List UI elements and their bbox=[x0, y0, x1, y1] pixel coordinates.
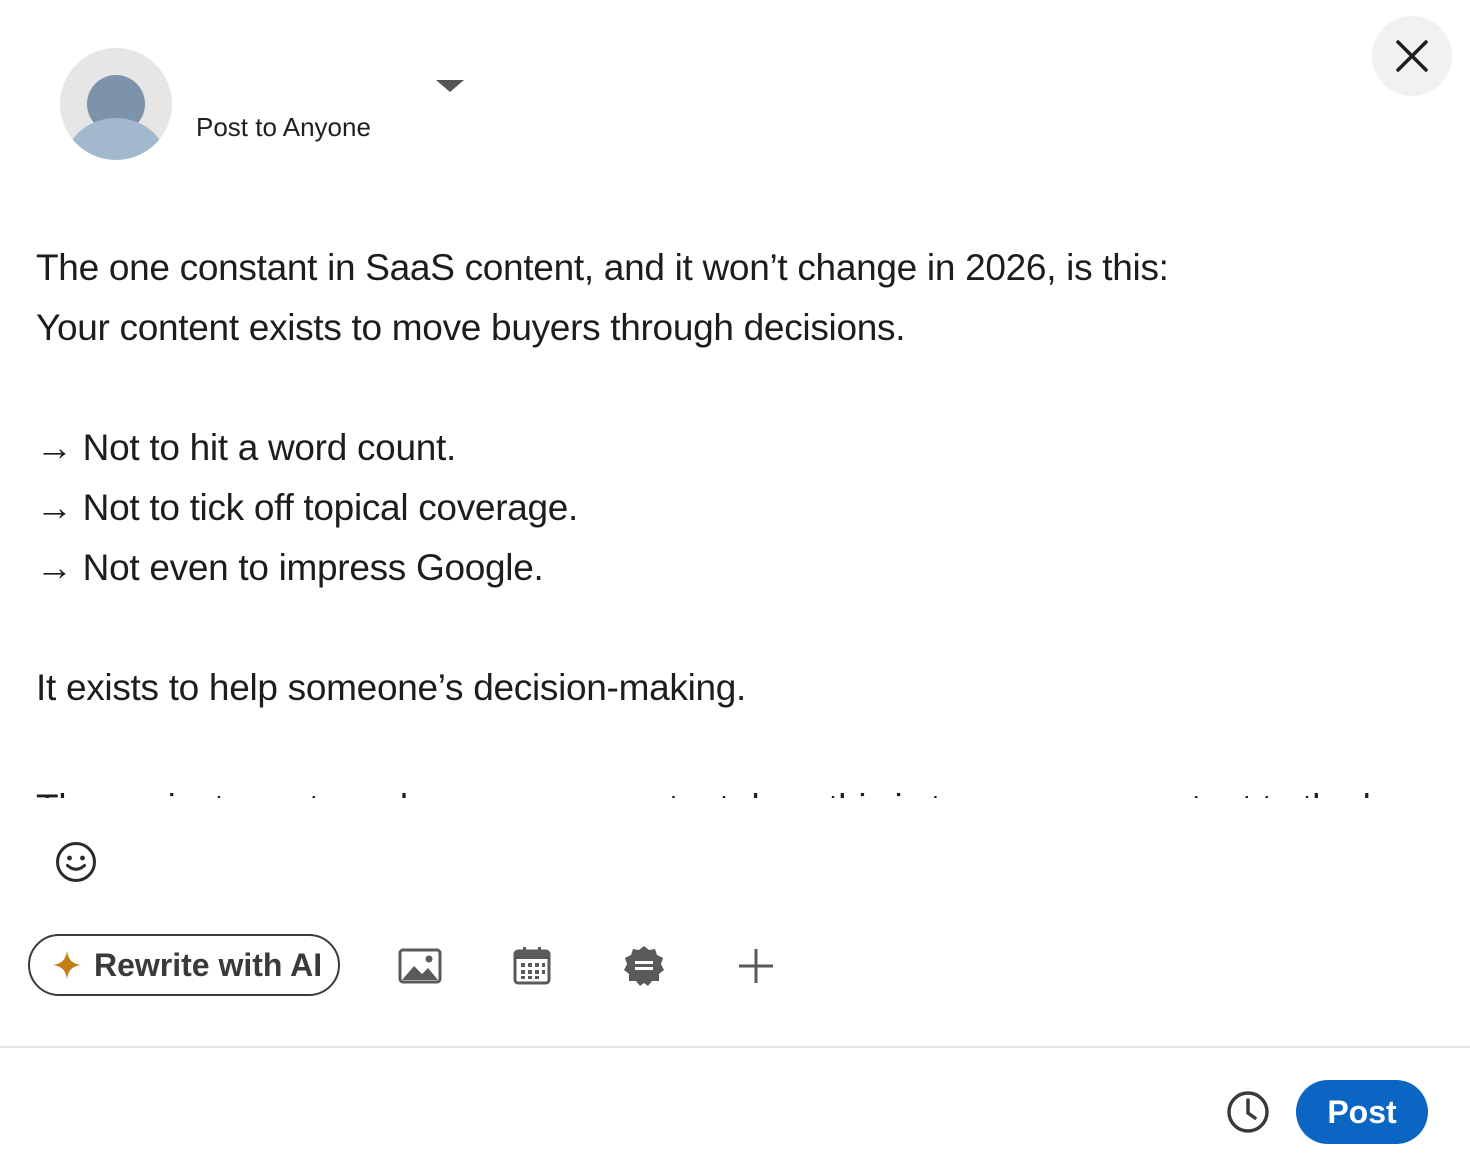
sparkle-icon bbox=[53, 951, 81, 979]
close-button[interactable] bbox=[1372, 16, 1452, 96]
schedule-post-button[interactable] bbox=[1224, 1088, 1272, 1136]
rewrite-with-ai-button[interactable]: Rewrite with AI bbox=[28, 934, 340, 996]
editor-line: → Not even to impress Google. bbox=[36, 547, 544, 588]
emoji-button[interactable] bbox=[54, 840, 98, 884]
editor-line: It exists to help someone’s decision-mak… bbox=[36, 667, 747, 708]
editor-line: The easiest way to make sure your conten… bbox=[36, 778, 1436, 798]
celebrate-badge-button[interactable] bbox=[620, 942, 668, 990]
editor-line: Your content exists to move buyers throu… bbox=[36, 307, 906, 348]
audience-selector[interactable]: Post to Anyone bbox=[196, 112, 371, 143]
create-event-button[interactable] bbox=[508, 942, 556, 990]
add-media-button[interactable] bbox=[396, 942, 444, 990]
calendar-icon bbox=[513, 947, 551, 985]
footer-divider bbox=[0, 1046, 1470, 1048]
badge-icon bbox=[624, 946, 664, 986]
editor-line: The one constant in SaaS content, and it… bbox=[36, 247, 1169, 288]
more-options-button[interactable] bbox=[732, 942, 780, 990]
editor-line: → Not to tick off topical coverage. bbox=[36, 487, 579, 528]
editor-line: → Not to hit a word count. bbox=[36, 427, 456, 468]
post-composer-modal: Post to Anyone The one constant in SaaS … bbox=[0, 0, 1470, 1170]
smiley-icon bbox=[56, 842, 96, 882]
clock-icon bbox=[1227, 1091, 1269, 1133]
chevron-down-icon[interactable] bbox=[434, 76, 466, 96]
avatar-icon bbox=[60, 48, 172, 160]
rewrite-with-ai-label: Rewrite with AI bbox=[94, 946, 323, 983]
image-icon bbox=[398, 948, 442, 984]
avatar[interactable] bbox=[60, 48, 172, 160]
post-text-editor[interactable]: The one constant in SaaS content, and it… bbox=[36, 238, 1436, 798]
post-button[interactable]: Post bbox=[1296, 1080, 1428, 1144]
plus-icon bbox=[739, 949, 773, 983]
close-icon bbox=[1396, 40, 1428, 72]
